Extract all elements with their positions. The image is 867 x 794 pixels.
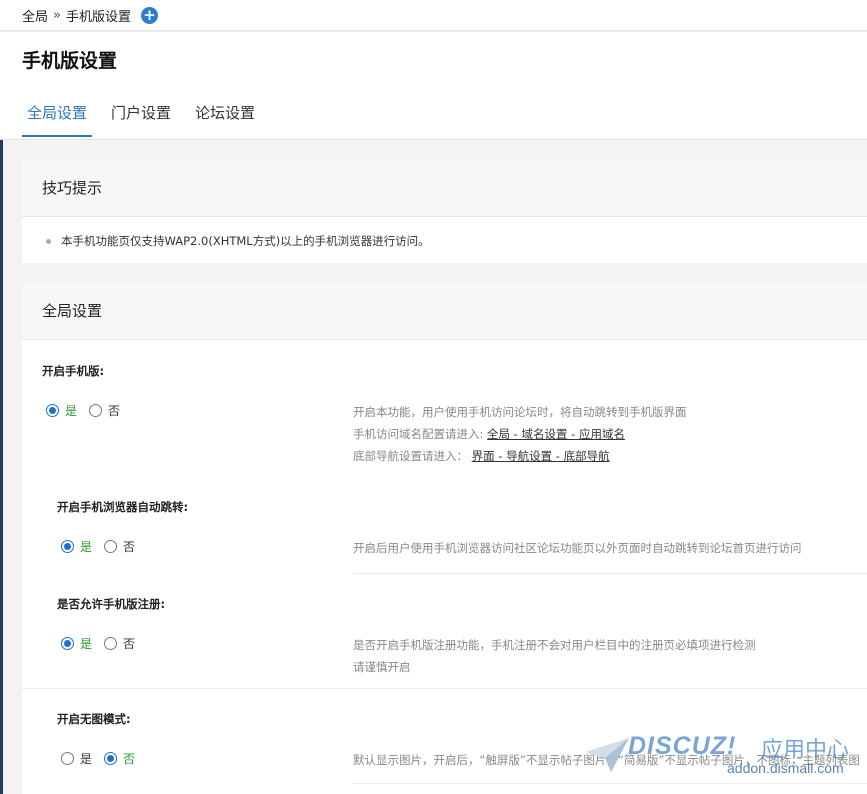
watermark-url: addon.dismall.com [727, 760, 844, 776]
plus-icon[interactable]: + [141, 7, 158, 24]
desc-line: 手机访问域名配置请进入: 全局 - 域名设置 - 应用域名 [353, 423, 687, 445]
radio-yes-label: 是 [65, 404, 78, 418]
divider [22, 688, 867, 689]
tab-forum-settings[interactable]: 论坛设置 [190, 102, 260, 137]
radio-group-auto-redirect: 是 否 [61, 538, 147, 555]
radio-yes[interactable] [61, 637, 74, 650]
global-settings-panel: 全局设置 开启手机版: 是 否 开启本功能，用户使用手机访问论坛时，将自动跳转到… [22, 283, 867, 794]
setting-label-mobile-enable: 开启手机版: [42, 364, 105, 378]
top-bar: 全局 » 手机版设置 + [0, 0, 867, 31]
setting-desc-auto-redirect: 开启后用户使用手机浏览器访问社区论坛功能页以外页面时自动跳转到论坛首页进行访问 [353, 541, 802, 555]
tip-item: 本手机功能页仅支持WAP2.0(XHTML方式)以上的手机浏览器进行访问。 [46, 233, 430, 249]
desc-line: 开启本功能，用户使用手机访问论坛时，将自动跳转到手机版界面 [353, 405, 687, 419]
radio-yes-label: 是 [80, 540, 93, 554]
watermark: DISCUZ! 应用中心 addon.dismall.com [585, 728, 867, 794]
radio-no[interactable] [104, 637, 118, 650]
radio-no[interactable] [104, 752, 118, 765]
page-title: 手机版设置 [22, 50, 118, 72]
radio-group-mobile-register: 是 否 [61, 635, 147, 652]
radio-no-label: 否 [108, 404, 121, 418]
breadcrumb-current: 手机版设置 [65, 10, 131, 25]
bullet-icon [46, 239, 51, 244]
setting-desc-mobile-register: 是否开启手机版注册功能，手机注册不会对用户栏目中的注册页必填项进行检测 请谨慎开… [353, 634, 756, 678]
tips-panel: 技巧提示 本手机功能页仅支持WAP2.0(XHTML方式)以上的手机浏览器进行访… [22, 160, 867, 263]
radio-yes[interactable] [61, 752, 74, 765]
radio-yes-label: 是 [80, 752, 93, 766]
breadcrumb-root[interactable]: 全局 [22, 6, 48, 25]
page-header: 手机版设置 全局设置 门户设置 论坛设置 [0, 32, 867, 140]
setting-label-no-image-mode: 开启无图模式: [57, 712, 131, 726]
divider [353, 573, 867, 574]
bottom-nav-link[interactable]: 界面 - 导航设置 - 底部导航 [472, 449, 610, 463]
radio-no-label: 否 [123, 752, 136, 766]
tab-portal-settings[interactable]: 门户设置 [106, 102, 176, 137]
setting-desc-mobile-enable: 开启本功能，用户使用手机访问论坛时，将自动跳转到手机版界面 手机访问域名配置请进… [353, 401, 687, 467]
radio-yes-label: 是 [80, 637, 93, 651]
breadcrumb-separator: » [53, 8, 61, 23]
tab-global-settings[interactable]: 全局设置 [22, 102, 93, 137]
tip-text: 本手机功能页仅支持WAP2.0(XHTML方式)以上的手机浏览器进行访问。 [61, 234, 430, 248]
radio-no[interactable] [104, 540, 118, 553]
desc-prefix: 手机访问域名配置请进入: [353, 427, 488, 441]
paper-plane-icon [585, 738, 629, 772]
radio-group-mobile-enable: 是 否 [46, 402, 132, 419]
radio-no-label: 否 [123, 637, 136, 651]
desc-prefix: 底部导航设置请进入： [353, 449, 472, 463]
setting-label-auto-redirect: 开启手机浏览器自动跳转: [57, 500, 189, 514]
setting-label-mobile-register: 是否允许手机版注册: [57, 597, 166, 611]
breadcrumb: 全局 » 手机版设置 + [22, 6, 158, 25]
radio-no-label: 否 [123, 540, 136, 554]
watermark-brand: DISCUZ! [628, 732, 737, 760]
radio-yes[interactable] [61, 540, 74, 553]
desc-line: 是否开启手机版注册功能，手机注册不会对用户栏目中的注册页必填项进行检测 [353, 638, 756, 652]
radio-group-no-image-mode: 是 否 [61, 750, 147, 767]
radio-yes[interactable] [46, 404, 59, 417]
desc-line: 底部导航设置请进入： 界面 - 导航设置 - 底部导航 [353, 445, 687, 467]
tips-title: 技巧提示 [22, 160, 867, 217]
global-settings-title: 全局设置 [22, 283, 867, 340]
tab-bar: 全局设置 门户设置 论坛设置 [22, 102, 274, 137]
desc-line: 请谨慎开启 [353, 660, 411, 674]
domain-settings-link[interactable]: 全局 - 域名设置 - 应用域名 [487, 427, 625, 441]
left-edge-strip [0, 140, 3, 794]
radio-no[interactable] [89, 404, 103, 417]
